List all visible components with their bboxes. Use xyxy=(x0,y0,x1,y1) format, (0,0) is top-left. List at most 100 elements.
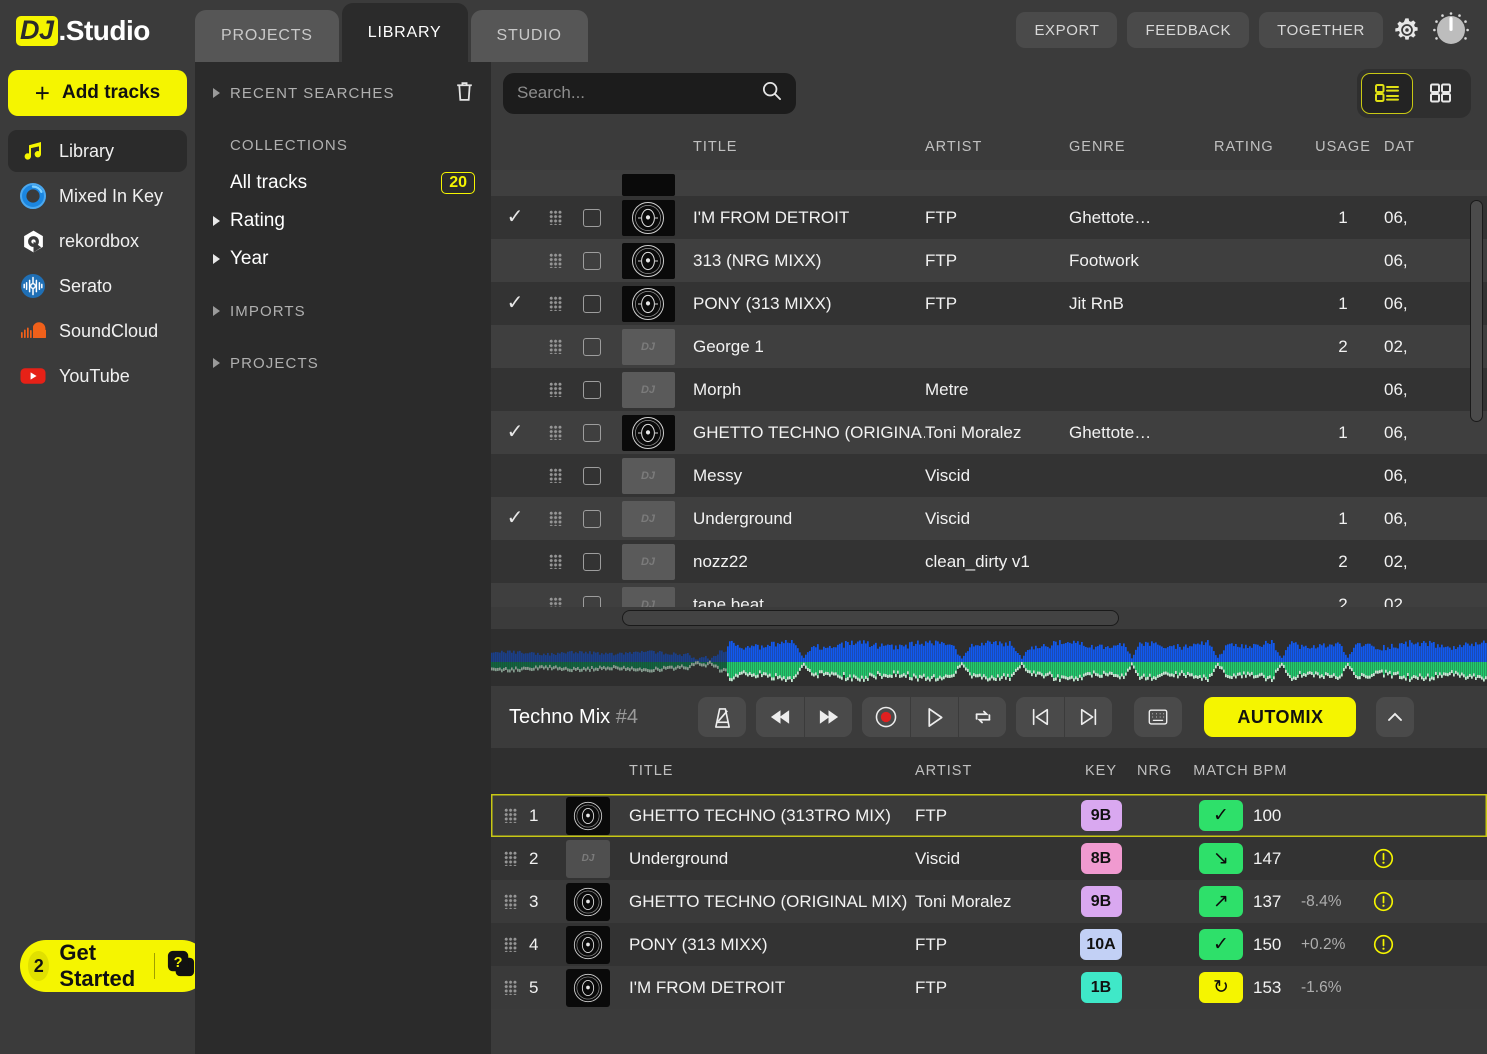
drag-handle-icon[interactable] xyxy=(491,937,529,952)
key-badge[interactable]: 10A xyxy=(1065,929,1137,960)
column-header-key[interactable]: KEY xyxy=(1065,763,1137,779)
column-header-title[interactable]: TITLE xyxy=(683,139,925,155)
help-question-icon[interactable]: ? xyxy=(165,948,196,984)
key-badge[interactable]: 9B xyxy=(1065,886,1137,917)
waveform-display[interactable] xyxy=(491,629,1487,686)
together-button[interactable]: TOGETHER xyxy=(1259,12,1383,48)
table-row[interactable]: ✓DJUndergroundViscid106, xyxy=(491,497,1487,540)
column-header-bpm[interactable]: BPM xyxy=(1253,763,1301,779)
collection-imports[interactable]: IMPORTS xyxy=(195,292,491,330)
match-badge[interactable]: ↘ xyxy=(1189,843,1253,874)
column-header-usage[interactable]: USAGE xyxy=(1302,139,1384,155)
row-checkbox[interactable] xyxy=(571,553,613,571)
automix-button[interactable]: AUTOMIX xyxy=(1204,697,1356,737)
play-icon[interactable] xyxy=(910,697,958,737)
drag-handle-icon[interactable] xyxy=(539,511,571,526)
grid-view-icon[interactable] xyxy=(1415,73,1467,114)
row-checkbox[interactable] xyxy=(571,424,613,442)
gear-icon[interactable] xyxy=(1393,16,1421,44)
playlist-row[interactable]: 2DJUndergroundViscid8B↘147 xyxy=(491,837,1487,880)
sidebar-item-youtube[interactable]: YouTube xyxy=(8,355,187,397)
keyboard-icon[interactable] xyxy=(1134,697,1182,737)
search-icon[interactable] xyxy=(761,80,782,106)
table-row[interactable]: ✓I'M FROM DETROITFTPGhettote…106, xyxy=(491,196,1487,239)
drag-handle-icon[interactable] xyxy=(539,468,571,483)
library-horizontal-scrollbar-thumb[interactable] xyxy=(622,610,1119,626)
library-horizontal-scrollbar-track[interactable] xyxy=(491,607,1487,629)
partial-scrolled-row[interactable] xyxy=(491,170,1487,196)
row-checkbox[interactable] xyxy=(571,467,613,485)
match-badge[interactable]: ✓ xyxy=(1189,800,1253,831)
match-badge[interactable]: ↗ xyxy=(1189,886,1253,917)
table-row[interactable]: ✓GHETTO TECHNO (ORIGINA…Toni MoralezGhet… xyxy=(491,411,1487,454)
skip-previous-icon[interactable] xyxy=(1016,697,1064,737)
tab-library[interactable]: LIBRARY xyxy=(342,3,468,62)
chevron-right-icon[interactable] xyxy=(213,358,220,368)
search-field-wrapper[interactable] xyxy=(503,73,796,114)
chevron-up-icon[interactable] xyxy=(1376,697,1414,737)
loop-icon[interactable] xyxy=(958,697,1006,737)
drag-handle-icon[interactable] xyxy=(539,339,571,354)
rewind-icon[interactable] xyxy=(756,697,804,737)
sidebar-item-serato[interactable]: Serato xyxy=(8,265,187,307)
chevron-right-icon[interactable] xyxy=(213,88,220,98)
warning-icon[interactable] xyxy=(1373,934,1394,955)
row-checkbox[interactable] xyxy=(571,338,613,356)
row-checkbox[interactable] xyxy=(571,252,613,270)
column-header-artist[interactable]: ARTIST xyxy=(915,763,1065,779)
table-row[interactable]: DJGeorge 1202, xyxy=(491,325,1487,368)
table-row[interactable]: DJnozz22clean_dirty v1202, xyxy=(491,540,1487,583)
playlist-row[interactable]: 4PONY (313 MIXX)FTP10A✓150+0.2% xyxy=(491,923,1487,966)
drag-handle-icon[interactable] xyxy=(491,808,529,823)
match-badge[interactable]: ↻ xyxy=(1189,972,1253,1003)
collection-rating[interactable]: Rating xyxy=(195,202,491,240)
skip-next-icon[interactable] xyxy=(1064,697,1112,737)
chevron-right-icon[interactable] xyxy=(213,216,220,226)
table-row[interactable]: ✓PONY (313 MIXX)FTPJit RnB106, xyxy=(491,282,1487,325)
drag-handle-icon[interactable] xyxy=(539,210,571,225)
search-input[interactable] xyxy=(517,83,761,103)
column-header-title[interactable]: TITLE xyxy=(617,763,915,779)
trash-icon[interactable] xyxy=(454,80,475,106)
collection-projects[interactable]: PROJECTS xyxy=(195,344,491,382)
sidebar-item-library[interactable]: Library xyxy=(8,130,187,172)
match-badge[interactable]: ✓ xyxy=(1189,929,1253,960)
table-row[interactable]: DJMessyViscid06, xyxy=(491,454,1487,497)
sidebar-item-soundcloud[interactable]: SoundCloud xyxy=(8,310,187,352)
recent-searches-row[interactable]: RECENT SEARCHES xyxy=(195,74,491,112)
feedback-button[interactable]: FEEDBACK xyxy=(1127,12,1249,48)
collection-year[interactable]: Year xyxy=(195,240,491,278)
chevron-right-icon[interactable] xyxy=(213,254,220,264)
table-row[interactable]: 313 (NRG MIXX)FTPFootwork06, xyxy=(491,239,1487,282)
playlist-row[interactable]: 5I'M FROM DETROITFTP1B↻153-1.6% xyxy=(491,966,1487,1009)
warning-icon[interactable] xyxy=(1373,891,1394,912)
row-checkbox[interactable] xyxy=(571,209,613,227)
tab-projects[interactable]: PROJECTS xyxy=(195,10,339,62)
warning-icon[interactable] xyxy=(1373,848,1394,869)
key-badge[interactable]: 1B xyxy=(1065,972,1137,1003)
chevron-right-icon[interactable] xyxy=(213,306,220,316)
column-header-date[interactable]: DAT xyxy=(1384,139,1464,155)
table-row[interactable]: DJMorphMetre06, xyxy=(491,368,1487,411)
drag-handle-icon[interactable] xyxy=(539,425,571,440)
drag-handle-icon[interactable] xyxy=(491,980,529,995)
get-started-button[interactable]: 2 Get Started ? xyxy=(20,940,208,992)
row-checkbox[interactable] xyxy=(571,510,613,528)
library-vertical-scrollbar[interactable] xyxy=(1470,200,1483,422)
drag-handle-icon[interactable] xyxy=(539,382,571,397)
export-button[interactable]: EXPORT xyxy=(1016,12,1117,48)
drag-handle-icon[interactable] xyxy=(539,253,571,268)
list-view-icon[interactable] xyxy=(1361,73,1413,114)
key-badge[interactable]: 8B xyxy=(1065,843,1137,874)
add-tracks-button[interactable]: + Add tracks xyxy=(8,70,187,116)
column-header-match[interactable]: MATCH xyxy=(1189,763,1253,779)
row-checkbox[interactable] xyxy=(571,381,613,399)
playlist-row[interactable]: 3GHETTO TECHNO (ORIGINAL MIX)Toni Morale… xyxy=(491,880,1487,923)
metronome-icon[interactable] xyxy=(698,697,746,737)
drag-handle-icon[interactable] xyxy=(539,296,571,311)
collection-all-tracks[interactable]: All tracks 20 xyxy=(195,164,491,202)
drag-handle-icon[interactable] xyxy=(491,894,529,909)
user-knob-icon[interactable] xyxy=(1431,10,1471,50)
playlist-row[interactable]: 1GHETTO TECHNO (313TRO MIX)FTP9B✓100 xyxy=(491,794,1487,837)
drag-handle-icon[interactable] xyxy=(491,851,529,866)
